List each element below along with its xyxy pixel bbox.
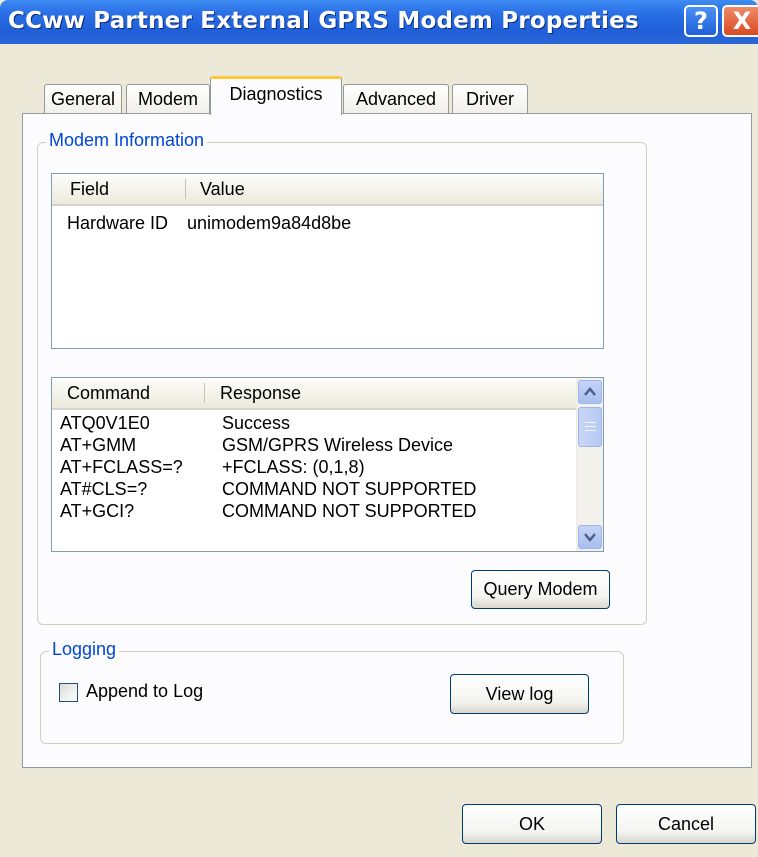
- field-cell: Hardware ID: [67, 213, 169, 233]
- modem-information-group: Modem Information Field Value Hardware I…: [37, 130, 647, 625]
- command-response-list[interactable]: Command Response ATQ0V1E0 Success AT+GMM…: [51, 377, 604, 552]
- modem-info-header: Field Value: [52, 174, 603, 206]
- logging-group: Logging Append to Log View log: [40, 639, 624, 744]
- thumb-grip: [585, 426, 596, 427]
- close-icon: X: [732, 7, 752, 35]
- command-cell: AT+FCLASS=?: [60, 457, 183, 477]
- value-cell: unimodem9a84d8be: [187, 213, 352, 233]
- command-cell: AT+GMM: [60, 435, 137, 455]
- vertical-scrollbar[interactable]: [576, 378, 603, 551]
- help-button[interactable]: ?: [684, 5, 718, 37]
- column-command[interactable]: Command: [67, 378, 150, 408]
- scroll-thumb[interactable]: [578, 407, 602, 447]
- column-divider[interactable]: [204, 383, 205, 403]
- tab-strip: General Modem Diagnostics Advanced Drive…: [0, 76, 758, 115]
- response-cell: +FCLASS: (0,1,8): [222, 457, 365, 477]
- chevron-down-icon: [584, 533, 596, 542]
- response-cell: GSM/GPRS Wireless Device: [222, 435, 454, 455]
- logging-label: Logging: [49, 639, 120, 660]
- tab-driver[interactable]: Driver: [452, 84, 528, 114]
- response-cell: COMMAND NOT SUPPORTED: [222, 501, 477, 521]
- column-value[interactable]: Value: [200, 174, 245, 204]
- command-cell: ATQ0V1E0: [60, 413, 150, 433]
- cancel-button[interactable]: Cancel: [616, 804, 756, 844]
- tab-modem[interactable]: Modem: [126, 84, 210, 114]
- title-bar[interactable]: CCww Partner External GPRS Modem Propert…: [0, 0, 758, 44]
- command-response-header: Command Response: [52, 378, 577, 410]
- tab-advanced[interactable]: Advanced: [343, 84, 449, 114]
- column-response[interactable]: Response: [220, 378, 301, 408]
- response-cell: Success: [222, 413, 291, 433]
- append-to-log-checkbox[interactable]: [59, 683, 78, 702]
- scroll-down-button[interactable]: [578, 525, 602, 549]
- close-button[interactable]: X: [722, 5, 758, 37]
- command-cell: AT+GCI?: [60, 501, 135, 521]
- column-field[interactable]: Field: [70, 174, 109, 204]
- thumb-grip: [585, 430, 596, 431]
- window-title: CCww Partner External GPRS Modem Propert…: [8, 8, 639, 34]
- modem-information-label: Modem Information: [46, 130, 208, 151]
- ok-button[interactable]: OK: [462, 804, 602, 844]
- thumb-grip: [585, 422, 596, 423]
- view-log-button[interactable]: View log: [450, 674, 589, 714]
- chevron-up-icon: [584, 387, 596, 396]
- command-cell: AT#CLS=?: [60, 479, 148, 499]
- tab-diagnostics[interactable]: Diagnostics: [210, 76, 342, 115]
- modem-info-list[interactable]: Field Value Hardware ID unimodem9a84d8be: [51, 173, 604, 349]
- tab-panel-diagnostics: Modem Information Field Value Hardware I…: [22, 113, 752, 768]
- scroll-up-button[interactable]: [578, 380, 602, 404]
- properties-dialog: CCww Partner External GPRS Modem Propert…: [0, 0, 758, 857]
- append-to-log-label[interactable]: Append to Log: [86, 681, 203, 702]
- query-modem-button[interactable]: Query Modem: [471, 570, 610, 609]
- tab-general[interactable]: General: [44, 84, 122, 114]
- response-cell: COMMAND NOT SUPPORTED: [222, 479, 477, 499]
- column-divider[interactable]: [185, 179, 186, 199]
- help-icon: ?: [694, 7, 708, 35]
